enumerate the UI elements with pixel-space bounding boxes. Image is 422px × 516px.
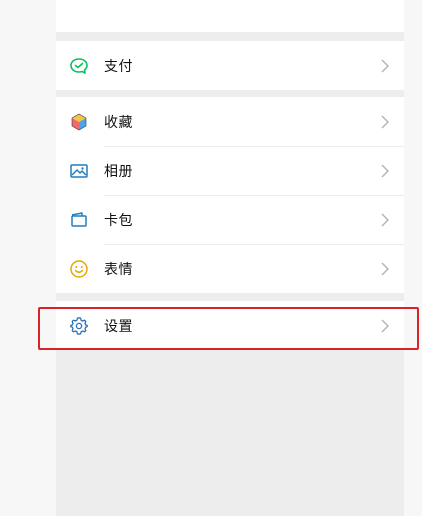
menu-item-settings[interactable]: 设置 — [56, 301, 404, 350]
gear-icon — [69, 316, 89, 336]
page: 支付 收藏 相册 卡包 表情 设置 — [0, 0, 422, 516]
menu-item-album[interactable]: 相册 — [56, 146, 404, 195]
menu-item-stickers[interactable]: 表情 — [56, 244, 404, 293]
chevron-right-icon — [381, 262, 389, 275]
pay-icon — [69, 56, 89, 76]
profile-card-remnant — [56, 0, 404, 32]
album-image-icon — [69, 161, 89, 181]
menu-item-pay[interactable]: 支付 — [56, 41, 404, 90]
menu-item-settings-label: 设置 — [104, 318, 133, 335]
menu-item-pay-label: 支付 — [104, 58, 133, 75]
chevron-right-icon — [381, 213, 389, 226]
menu-item-album-label: 相册 — [104, 163, 133, 180]
menu-item-favorites[interactable]: 收藏 — [56, 97, 404, 146]
menu-item-cards[interactable]: 卡包 — [56, 195, 404, 244]
chevron-right-icon — [381, 319, 389, 332]
menu-item-favorites-label: 收藏 — [104, 114, 133, 131]
menu-item-cards-label: 卡包 — [104, 212, 133, 229]
settings-group: 设置 — [56, 301, 404, 350]
tools-group: 收藏 相册 卡包 表情 — [56, 97, 404, 293]
smiley-icon — [69, 259, 89, 279]
card-wallet-icon — [69, 210, 89, 230]
chevron-right-icon — [381, 115, 389, 128]
chevron-right-icon — [381, 164, 389, 177]
pay-group: 支付 — [56, 41, 404, 90]
favorites-cube-icon — [69, 112, 89, 132]
chevron-right-icon — [381, 59, 389, 72]
menu-item-stickers-label: 表情 — [104, 261, 133, 278]
